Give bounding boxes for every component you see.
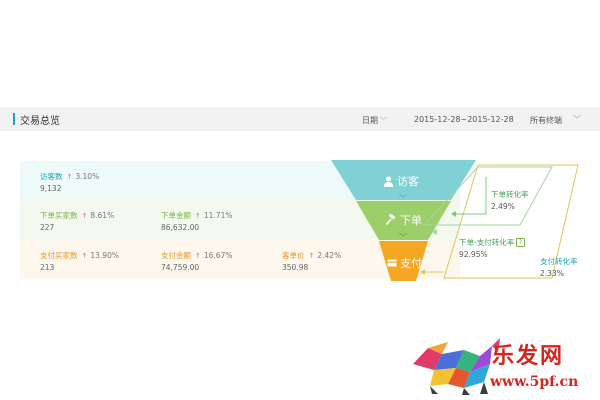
help-icon[interactable]: ? <box>516 238 526 247</box>
rate-order-pay: 下单-支付转化率? 92.95% <box>459 237 526 259</box>
funnel-pay-text: 支付 <box>400 257 422 270</box>
funnel-order-text: 下单 <box>400 214 422 227</box>
funnel-label-pay: 支付 <box>387 255 422 271</box>
gavel-icon <box>385 214 396 226</box>
rate-value: 92.95% <box>459 250 488 259</box>
rate-value: 2.33% <box>540 269 564 278</box>
payment-icon <box>387 259 397 267</box>
funnel-label-visit: 访客 <box>383 173 419 189</box>
user-icon <box>384 176 393 187</box>
rate-pay: 支付转化率 2.33% <box>540 256 578 278</box>
rate-order: 下单转化率 2.49% <box>491 189 529 211</box>
rate-name: 下单转化率 <box>491 190 529 199</box>
funnel-visit-text: 访客 <box>397 175 419 188</box>
rate-value: 2.49% <box>491 202 515 211</box>
arrow-left-icon <box>451 211 456 217</box>
rate-name: 支付转化率 <box>540 257 578 266</box>
funnel-label-order: 下单 <box>385 212 422 228</box>
watermark-text: 乐发网 <box>492 343 565 369</box>
rate-name: 下单-支付转化率 <box>459 238 515 247</box>
watermark-url: www.5pf.cn <box>490 374 579 390</box>
